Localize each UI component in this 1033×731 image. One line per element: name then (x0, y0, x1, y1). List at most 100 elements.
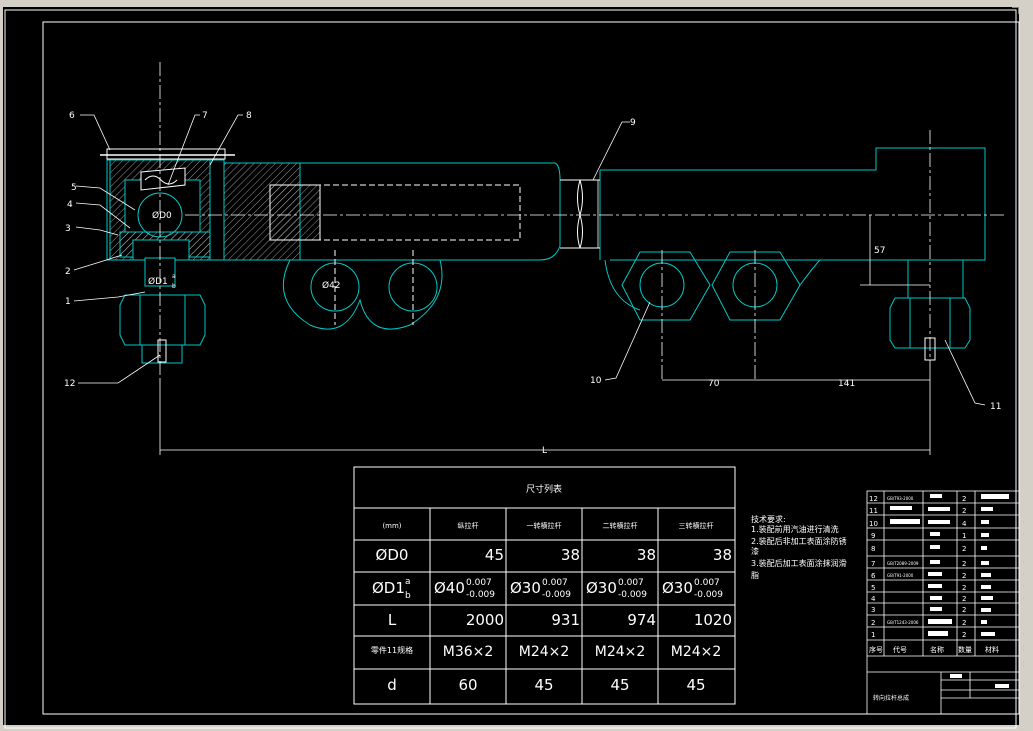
bom-no-6: 6 (871, 572, 876, 580)
row-part11-name: 零件11规格 (371, 645, 413, 655)
row-d-val-2: 45 (534, 676, 553, 694)
label-d0: ØD0 (152, 210, 172, 221)
bom-qty-12: 2 (962, 495, 966, 503)
leader-label-9: 9 (630, 118, 636, 128)
bom-qty-3: 2 (962, 606, 966, 614)
tech-line-2: 2.装配后非加工表面涂防锈 (751, 536, 847, 546)
tech-line-1: 1.装配前用汽油进行清洗 (751, 524, 839, 534)
row-L-val-1: 2000 (466, 611, 504, 629)
row-part11-val-3: M24×2 (595, 644, 646, 660)
bom-qty-2: 2 (962, 619, 966, 627)
label-57: 57 (874, 246, 885, 256)
label-141: 141 (838, 379, 855, 389)
bom-no-2: 2 (871, 619, 875, 627)
bom-qty-8: 2 (962, 545, 966, 553)
row-d0-val-2: 38 (561, 546, 580, 564)
bom-row-markers (890, 494, 1009, 688)
row-L-val-4: 1020 (694, 611, 732, 629)
bom-no-4: 4 (871, 595, 876, 603)
row-d1-name-sup: a (405, 577, 411, 587)
leader-label-8: 8 (246, 111, 252, 121)
leader-label-4: 4 (67, 200, 73, 210)
header-col-4: 三转横拉杆 (679, 521, 714, 530)
row-d0-val-3: 38 (637, 546, 656, 564)
right-fitting (579, 147, 986, 361)
bom-no-1: 1 (871, 631, 875, 639)
bom-header-code: 代号 (893, 645, 907, 654)
leader-label-12: 12 (64, 379, 75, 389)
row-d-val-3: 45 (610, 676, 629, 694)
label-d1-sup: a (172, 273, 176, 280)
outer-sheet-border (4, 9, 1017, 729)
bom-qty-4: 2 (962, 595, 966, 603)
bom-qty-11: 2 (962, 507, 966, 515)
bom-qty-1: 2 (962, 631, 966, 639)
bom-code-2: GB/T1243-2006 (887, 620, 919, 625)
bom-no-5: 5 (871, 584, 875, 592)
left-clamp-lobes (282, 250, 443, 330)
row-d1-name-sub: b (405, 591, 411, 601)
size-table-title: 尺寸列表 (526, 483, 562, 495)
header-col-3: 二转横拉杆 (603, 521, 638, 530)
row-d-val-4: 45 (686, 676, 705, 694)
bom-code-12: GB/T93-2000 (887, 496, 914, 501)
row-part11-val-1: M36×2 (443, 644, 494, 660)
bom-header-no: 序号 (869, 645, 883, 654)
leader-label-6: 6 (69, 111, 75, 121)
bom-code-7: GB/T2089-2009 (887, 561, 919, 566)
leader-label-10: 10 (590, 376, 602, 386)
row-d1-val-1-sup: 0.007 (466, 578, 492, 588)
row-d1-val-3-sub: -0.009 (618, 590, 647, 600)
row-d1-val-1-base: Ø40 (434, 579, 465, 597)
tech-line-5: 脂 (751, 570, 759, 580)
row-d1-val-2-sup: 0.007 (542, 578, 568, 588)
bom-header-material: 材料 (985, 645, 999, 654)
row-d0-val-4: 38 (713, 546, 732, 564)
bom-qty-5: 2 (962, 584, 966, 592)
bom-qty-10: 4 (962, 520, 967, 528)
header-col-2: 一转横拉杆 (527, 521, 562, 530)
row-d1-val-3-base: Ø30 (586, 579, 617, 597)
tech-requirements: 技术要求: 1.装配前用汽油进行清洗 2.装配后非加工表面涂防锈 漆 3.装配后… (751, 514, 847, 580)
row-d-val-1: 60 (458, 676, 477, 694)
label-d1-sub: b (172, 283, 176, 290)
row-d1-val-3-sup: 0.007 (618, 578, 644, 588)
row-L-val-2: 931 (551, 611, 580, 629)
bom-no-11: 11 (869, 507, 878, 515)
row-d1-name: ØD1 (372, 579, 405, 597)
row-d-name: d (387, 676, 397, 694)
bom-header-name: 名称 (930, 645, 944, 654)
row-d1-val-2-base: Ø30 (510, 579, 541, 597)
row-L-val-3: 974 (627, 611, 656, 629)
bom-no-12: 12 (869, 495, 878, 503)
bom-no-3: 3 (871, 606, 875, 614)
bom-table (866, 490, 1020, 715)
row-d0-val-1: 45 (485, 546, 504, 564)
bom-code-6: GB/T91-2000 (887, 573, 914, 578)
row-d0-name: ØD0 (376, 546, 409, 564)
leader-label-7: 7 (202, 111, 208, 121)
bom-no-7: 7 (871, 560, 875, 568)
leader-label-2: 2 (65, 267, 71, 277)
leader-label-1: 1 (65, 297, 71, 307)
drawing-canvas[interactable]: 1 2 3 4 5 6 7 8 9 10 11 12 ØD0 ØD1 a b Ø… (0, 0, 1033, 731)
bom-no-8: 8 (871, 545, 875, 553)
tech-line-3: 漆 (751, 546, 759, 556)
tech-title: 技术要求: (751, 514, 786, 524)
bom-qty-7: 2 (962, 560, 966, 568)
header-mm: (mm) (382, 522, 401, 530)
bom-no-9: 9 (871, 532, 875, 540)
label-L: L (542, 446, 547, 456)
bom-qty-6: 2 (962, 572, 966, 580)
bom-qty-9: 1 (962, 532, 966, 540)
leader-label-5: 5 (71, 183, 77, 193)
row-d1-val-1-sub: -0.009 (466, 590, 495, 600)
header-col-1: 纵拉杆 (458, 521, 479, 530)
label-dia42: Ø42 (322, 280, 341, 291)
row-L-name: L (388, 611, 397, 629)
left-ball-joint (100, 148, 301, 364)
row-part11-val-4: M24×2 (671, 644, 722, 660)
label-70: 70 (708, 379, 720, 389)
leader-label-11: 11 (990, 402, 1001, 412)
row-part11-val-2: M24×2 (519, 644, 570, 660)
